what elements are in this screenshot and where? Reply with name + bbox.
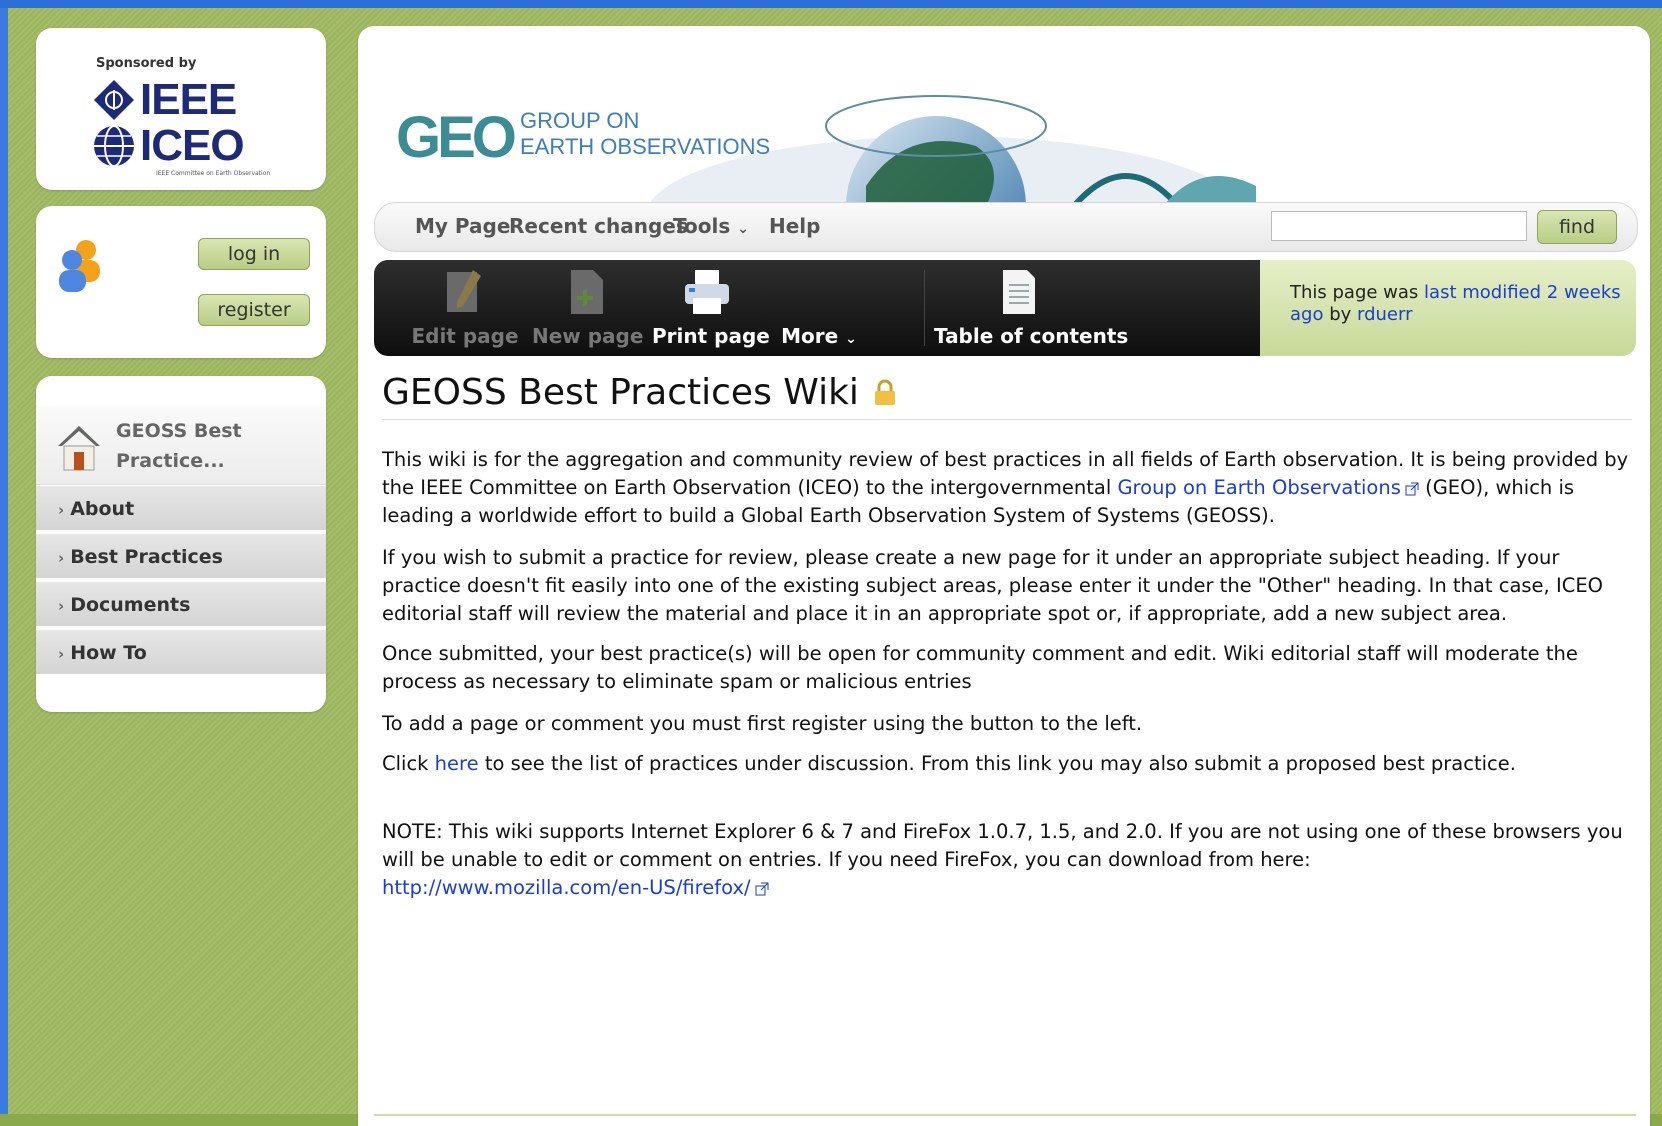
search-input[interactable] xyxy=(1271,211,1527,241)
practices-text-a: Click xyxy=(382,752,435,775)
find-button[interactable]: find xyxy=(1537,210,1617,244)
printer-icon xyxy=(685,270,729,314)
practices-paragraph: Click here to see the list of practices … xyxy=(382,750,1632,778)
edit-page-icon xyxy=(447,270,481,312)
moderation-paragraph: Once submitted, your best practice(s) wi… xyxy=(382,642,1578,693)
print-page-label: Print page xyxy=(652,324,770,348)
page-actions-bar: Edit page New page Print page More ⌄ Tab… xyxy=(374,260,1278,356)
footer-divider xyxy=(374,1114,1636,1116)
sidebar-item-documents[interactable]: › Documents xyxy=(36,582,326,628)
chevron-down-icon: ⌄ xyxy=(845,331,857,347)
home-icon xyxy=(58,426,100,471)
table-of-contents-button[interactable]: Table of contents xyxy=(934,260,1129,356)
users-icon xyxy=(59,240,100,292)
page-title: GEOSS Best Practices Wiki xyxy=(382,372,859,413)
iceo-subtitle: IEEE Committee on Earth Observation xyxy=(156,170,271,177)
geo-logo: GEO xyxy=(396,105,517,170)
new-page-label: New page xyxy=(532,324,644,348)
ieee-logo[interactable]: IEEE xyxy=(92,75,237,124)
more-menu-label: More ⌄ xyxy=(774,324,864,348)
ieee-diamond-icon xyxy=(94,80,134,120)
sidebar-item-how-to[interactable]: › How To xyxy=(36,630,326,676)
external-link-icon xyxy=(1405,482,1419,495)
ieee-logo-text: IEEE xyxy=(140,75,237,124)
geo-link[interactable]: Group on Earth Observations xyxy=(1117,476,1400,499)
new-page-button[interactable]: New page xyxy=(532,260,644,356)
sidebar-item-best-practices[interactable]: › Best Practices xyxy=(36,534,326,580)
author-link[interactable]: rduerr xyxy=(1357,304,1412,325)
new-page-icon xyxy=(571,270,603,314)
register-paragraph: To add a page or comment you must first … xyxy=(382,712,1143,735)
last-modified-info: This page was last modified 2 weeks ago … xyxy=(1260,260,1636,356)
page-background: Sponsored by IEEE ICEO IEEE Committee on… xyxy=(8,8,1662,1126)
geo-title: GROUP ON EARTH OBSERVATIONS xyxy=(520,108,770,160)
sponsor-label: Sponsored by xyxy=(96,56,197,71)
firefox-download-link[interactable]: http://www.mozilla.com/en-US/firefox/ xyxy=(382,876,751,899)
help-link[interactable]: Help xyxy=(769,203,820,249)
article-content: GEOSS Best Practices Wiki This wiki is f… xyxy=(382,372,1632,902)
document-list-icon xyxy=(1003,270,1035,314)
sidebar-item-label: How To xyxy=(70,642,147,664)
sidebar-item-label: Best Practices xyxy=(70,546,223,568)
home-label-line2: Practice... xyxy=(116,450,225,472)
browser-note: NOTE: This wiki supports Internet Explor… xyxy=(382,818,1632,902)
geo-title-line2: EARTH OBSERVATIONS xyxy=(520,134,771,159)
globe-icon xyxy=(94,125,134,167)
iceo-logo-text: ICEO xyxy=(140,121,245,170)
geo-banner[interactable]: GEO GROUP ON EARTH OBSERVATIONS xyxy=(386,66,1256,216)
sidebar-home-label: GEOSS Best Practice... xyxy=(116,416,242,476)
sidebar-item-label: About xyxy=(70,498,135,520)
page-title-row: GEOSS Best Practices Wiki xyxy=(382,372,1632,420)
sponsor-panel: Sponsored by IEEE ICEO IEEE Committee on… xyxy=(36,28,326,190)
more-menu[interactable]: More ⌄ xyxy=(774,260,864,356)
edit-page-label: Edit page xyxy=(411,324,519,348)
main-panel: GEO GROUP ON EARTH OBSERVATIONS My Page … xyxy=(358,26,1650,1126)
chevron-right-icon: › xyxy=(58,597,65,615)
login-button[interactable]: log in xyxy=(198,238,310,270)
register-button[interactable]: register xyxy=(198,294,310,326)
chevron-down-icon: ⌄ xyxy=(737,221,749,237)
sidebar-home-link[interactable]: GEOSS Best Practice... xyxy=(36,406,326,485)
my-page-link[interactable]: My Page xyxy=(415,203,510,249)
sidebar-nav: GEOSS Best Practice... › About › Best Prac… xyxy=(36,376,326,712)
intro-paragraph: This wiki is for the aggregation and com… xyxy=(382,446,1632,530)
more-label: More xyxy=(781,324,839,348)
top-toolbar: My Page Recent changes Tools ⌄ Help find xyxy=(374,202,1638,252)
actions-divider xyxy=(924,270,925,346)
sidebar-item-label: Documents xyxy=(70,594,191,616)
modified-prefix: This page was xyxy=(1290,282,1425,303)
external-link-icon xyxy=(755,882,769,895)
home-label-line1: GEOSS Best xyxy=(116,420,242,442)
globe-banner-graphic xyxy=(646,95,1256,216)
edit-page-button[interactable]: Edit page xyxy=(410,260,520,356)
lock-icon[interactable] xyxy=(873,379,897,407)
submit-paragraph: If you wish to submit a practice for rev… xyxy=(382,546,1603,625)
recent-changes-link[interactable]: Recent changes xyxy=(509,203,688,249)
tools-menu-label: Tools xyxy=(673,214,731,238)
here-link[interactable]: here xyxy=(435,752,479,775)
chevron-right-icon: › xyxy=(58,645,65,663)
print-page-button[interactable]: Print page xyxy=(652,260,770,356)
iceo-logo[interactable]: ICEO xyxy=(92,121,245,170)
browser-note-text: NOTE: This wiki supports Internet Explor… xyxy=(382,820,1623,871)
geo-title-line1: GROUP ON xyxy=(520,108,640,133)
toc-label: Table of contents xyxy=(934,324,1129,348)
chevron-right-icon: › xyxy=(58,549,65,567)
tools-menu[interactable]: Tools ⌄ xyxy=(673,203,749,252)
login-panel: log in register xyxy=(36,206,326,358)
chevron-right-icon: › xyxy=(58,501,65,519)
sidebar-item-about[interactable]: › About xyxy=(36,486,326,532)
modified-by-text: by xyxy=(1323,304,1357,325)
practices-text-b: to see the list of practices under discu… xyxy=(478,752,1516,775)
